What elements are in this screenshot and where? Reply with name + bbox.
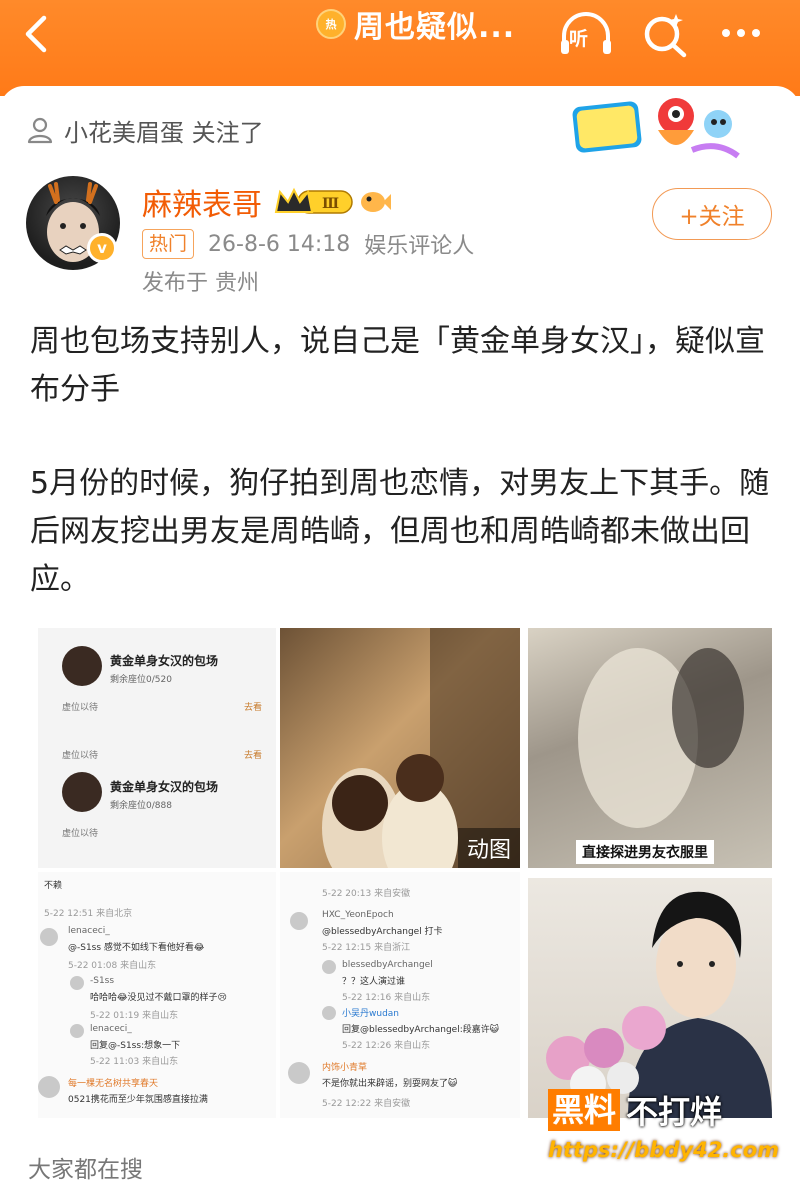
booking-card: 黄金单身女汉的包场 剩余座位0/888 bbox=[58, 766, 258, 830]
post-image-5[interactable]: 5-22 20:13 来自安徽 HXC_YeonEpoch @blessedby… bbox=[280, 872, 520, 1118]
comment-text: ？？这人演过谁 bbox=[342, 977, 406, 987]
listen-button[interactable]: 听 bbox=[558, 10, 614, 60]
comment-text: @-S1ss 感觉不如线下看他好看😂 bbox=[68, 943, 205, 953]
vip-crown-badge-icon: Ⅲ bbox=[272, 184, 356, 218]
followed-notice: 小花美眉蛋 关注了 bbox=[26, 112, 264, 148]
post-image-6[interactable] bbox=[528, 878, 772, 1118]
holiday-sticker-icon bbox=[572, 90, 742, 166]
verified-badge-icon: v bbox=[87, 233, 117, 263]
comment-time: 5-22 11:03 来自山东 bbox=[90, 1057, 179, 1067]
photo-blur-icon bbox=[578, 648, 744, 828]
comment-text: 回复@blessedbyArchangel:段嘉许😺 bbox=[342, 1025, 500, 1035]
comment-time: 5-22 12:26 来自山东 bbox=[342, 1041, 431, 1051]
watermark-logo: 黑料 不打烊 https://bbdy42.com bbox=[548, 1088, 780, 1174]
comment-time: 5-22 12:16 来自山东 bbox=[342, 993, 431, 1003]
card-footer-text: 虚位以待 bbox=[62, 829, 99, 839]
hot-badge-icon: 热 bbox=[316, 9, 346, 39]
comment-user: 小吴丹wudan bbox=[342, 1009, 399, 1019]
photo-portrait-icon bbox=[546, 891, 772, 1118]
comment-time: 5-22 20:13 来自安徽 bbox=[322, 889, 411, 899]
page-title: 周也疑似... bbox=[354, 10, 516, 45]
comment-time: 5-22 12:15 来自浙江 bbox=[322, 943, 411, 953]
comment-time: 5-22 12:51 来自北京 bbox=[44, 909, 133, 919]
topbar-title-group: 热 周也疑似... bbox=[316, 4, 516, 45]
booking-card-title: 黄金单身女汉的包场 bbox=[110, 654, 219, 668]
comment-text: 0521携花而至少年氛围感直接拉满 bbox=[68, 1095, 208, 1105]
comment-text: 不是你就出来辟谣，别耍网友了😺 bbox=[322, 1079, 458, 1089]
listen-label: 听 bbox=[569, 28, 589, 50]
comment-user: HXC_YeonEpoch bbox=[322, 910, 394, 920]
post-image-2[interactable]: 动图 bbox=[280, 628, 520, 868]
comment-user: blessedbyArchangel bbox=[342, 960, 433, 970]
gif-label: 动图 bbox=[458, 828, 520, 868]
comment-text: 不赖 bbox=[44, 881, 63, 891]
comment-avatar bbox=[288, 1062, 310, 1084]
comment-avatar bbox=[290, 912, 308, 930]
top-bar: 热 周也疑似... 听 bbox=[0, 0, 800, 96]
comment-user: lenaceci_ bbox=[68, 926, 110, 936]
post-image-1[interactable]: 黄金单身女汉的包场 剩余座位0/520 虚位以待 去看 虚位以待 去看 黄金单身… bbox=[38, 628, 276, 868]
post-image-4[interactable]: 不赖 5-22 12:51 来自北京 lenaceci_ @-S1ss 感觉不如… bbox=[38, 872, 276, 1118]
comment-text: 哈哈哈😂没见过不戴口罩的样子😢 bbox=[90, 993, 227, 1003]
comment-avatar bbox=[322, 960, 336, 974]
author-role: 娱乐评论人 bbox=[364, 234, 475, 259]
card-top-text: 虚位以待 bbox=[62, 751, 99, 761]
follow-button[interactable]: +关注 bbox=[652, 188, 772, 240]
card-avatar bbox=[62, 772, 102, 812]
fish-badge-icon bbox=[358, 184, 392, 218]
comment-avatar bbox=[70, 1024, 84, 1038]
level-badge-text: Ⅲ bbox=[322, 196, 339, 212]
hot-tag: 热门 bbox=[142, 229, 195, 259]
comment-avatar bbox=[38, 1076, 60, 1098]
more-options-icon[interactable] bbox=[722, 18, 774, 48]
booking-card-title: 黄金单身女汉的包场 bbox=[110, 780, 219, 794]
booking-card-seats: 剩余座位0/520 bbox=[110, 675, 172, 685]
watermark-box-text: 黑料 bbox=[548, 1089, 621, 1131]
comment-user: 内饰小青草 bbox=[322, 1063, 368, 1073]
card-avatar bbox=[62, 646, 102, 686]
image-caption: 直接探进男友衣服里 bbox=[576, 840, 714, 864]
booking-card-seats: 剩余座位0/888 bbox=[110, 801, 172, 811]
booking-card: 黄金单身女汉的包场 剩余座位0/520 bbox=[58, 640, 258, 704]
comment-avatar bbox=[70, 976, 84, 990]
comment-time: 5-22 01:19 来自山东 bbox=[90, 1011, 179, 1021]
trending-search-title: 大家都在搜 bbox=[28, 1157, 143, 1183]
comment-user: -S1ss bbox=[90, 976, 115, 986]
comment-avatar bbox=[40, 928, 58, 946]
followed-notice-text: 小花美眉蛋 关注了 bbox=[64, 118, 264, 147]
search-icon[interactable] bbox=[640, 8, 692, 60]
watermark-rest-text: 不打烊 bbox=[626, 1093, 723, 1131]
comment-user: lenaceci_ bbox=[90, 1024, 132, 1034]
card-go-button: 去看 bbox=[244, 751, 263, 761]
post-location: 发布于 贵州 bbox=[142, 271, 259, 296]
post-image-3[interactable]: 直接探进男友衣服里 bbox=[528, 628, 772, 868]
card-go-button: 去看 bbox=[244, 703, 263, 713]
comment-text: @blessedbyArchangel 打卡 bbox=[322, 927, 443, 937]
comment-time: 5-22 01:08 来自山东 bbox=[68, 961, 157, 971]
comment-time: 5-22 12:22 来自安徽 bbox=[322, 1099, 411, 1109]
comment-user: 每一棵无名树共享春天 bbox=[68, 1079, 159, 1089]
author-meta: 热门 26-8-6 14:18 娱乐评论人 bbox=[142, 228, 474, 260]
post-paragraph-1: 周也包场支持别人，说自己是「黄金单身女汉」，疑似宣布分手 bbox=[30, 324, 765, 407]
post-paragraph-2: 5月份的时候，狗仔拍到周也恋情，对男友上下其手。随后网友挖出男友是周皓崎，但周也… bbox=[30, 466, 770, 597]
comment-avatar bbox=[322, 1006, 336, 1020]
user-icon bbox=[27, 117, 53, 144]
back-arrow-icon[interactable] bbox=[18, 14, 58, 54]
post-datetime: 26-8-6 14:18 bbox=[208, 231, 351, 257]
card-footer-text: 虚位以待 bbox=[62, 703, 99, 713]
watermark-url: https://bbdy42.com bbox=[548, 1138, 780, 1162]
comment-text: 回复@-S1ss:想象一下 bbox=[90, 1041, 181, 1051]
author-name[interactable]: 麻辣表哥 bbox=[142, 180, 262, 224]
